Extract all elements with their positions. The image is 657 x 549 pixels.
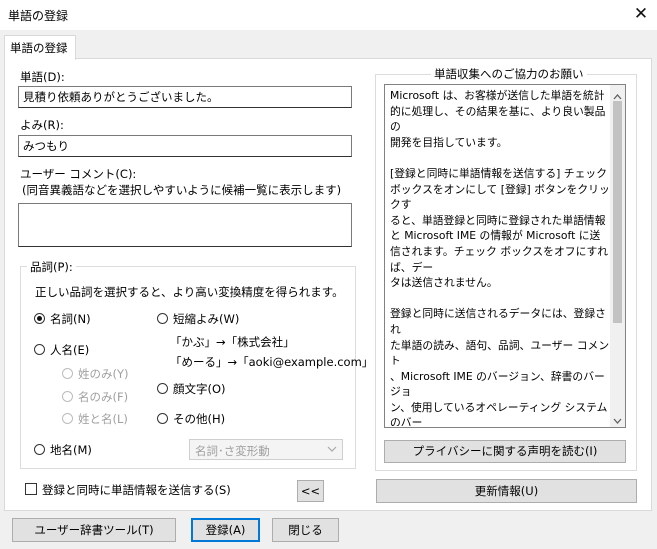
send-word-checkbox[interactable] (25, 483, 37, 495)
cooperation-group-label: 単語収集へのご協力のお願い (431, 66, 587, 82)
pos-detail-select-value: 名詞･さ変形動 (195, 444, 270, 458)
pos-group-label: 品詞(P): (27, 259, 76, 275)
short-reading-example-2: 「めーる」→「aoki@example.com」 (170, 355, 374, 369)
comment-hint: (同音異義語などを選択しやすいように候補一覧に表示します) (22, 183, 342, 197)
tab-word-registration[interactable]: 単語の登録 (4, 35, 76, 60)
comment-field[interactable] (18, 203, 352, 247)
word-field[interactable]: 見積り依頼ありがとうございました。 (18, 86, 352, 108)
cooperation-text: Microsoft は、お客様が送信した単語を統計 的に処理し、その結果を基に、… (390, 89, 610, 426)
radio-emoticon[interactable] (157, 383, 168, 394)
radio-noun[interactable] (34, 313, 45, 324)
reading-field[interactable]: みつもり (18, 135, 352, 157)
cooperation-text-box[interactable]: Microsoft は、お客様が送信した単語を統計 的に処理し、その結果を基に、… (384, 84, 626, 428)
radio-place[interactable] (34, 444, 45, 455)
radio-other-label: その他(H) (173, 412, 226, 426)
send-word-checkbox-label: 登録と同時に単語情報を送信する(S) (42, 483, 231, 497)
scroll-down-icon[interactable] (613, 414, 622, 428)
register-button[interactable]: 登録(A) (191, 518, 260, 542)
title-bar (0, 0, 657, 30)
radio-given-name[interactable] (62, 391, 73, 402)
word-label: 単語(D): (20, 70, 65, 84)
close-icon[interactable]: ✕ (630, 3, 652, 25)
radio-person[interactable] (34, 344, 45, 355)
radio-other[interactable] (157, 413, 168, 424)
pos-description: 正しい品詞を選択すると、より高い変換精度を得られます。 (35, 285, 344, 299)
radio-emoticon-label: 顔文字(O) (173, 382, 226, 396)
collapse-button[interactable]: << (297, 480, 324, 502)
radio-short-reading[interactable] (157, 313, 168, 324)
tab-label: 単語の登録 (10, 41, 68, 55)
radio-given-name-label: 名のみ(F) (78, 390, 129, 404)
radio-noun-label: 名詞(N) (50, 312, 91, 326)
radio-surname-label: 姓のみ(Y) (78, 367, 129, 381)
update-info-button[interactable]: 更新情報(U) (376, 479, 637, 503)
radio-person-label: 人名(E) (50, 343, 90, 357)
radio-short-reading-label: 短縮よみ(W) (173, 312, 240, 326)
comment-label: ユーザー コメント(C): (20, 167, 137, 181)
pos-detail-select[interactable]: 名詞･さ変形動 (189, 439, 343, 460)
chevron-down-icon (326, 442, 338, 459)
scroll-thumb[interactable] (613, 101, 622, 323)
radio-full-name-label: 姓と名(L) (78, 412, 128, 426)
reading-label: よみ(R): (20, 118, 64, 132)
user-dictionary-tool-button[interactable]: ユーザー辞書ツール(T) (12, 518, 176, 542)
close-button[interactable]: 閉じる (272, 518, 339, 542)
radio-place-label: 地名(M) (50, 443, 92, 457)
scrollbar[interactable] (610, 85, 625, 427)
short-reading-example-1: 「かぶ」→「株式会社」 (170, 335, 295, 349)
privacy-statement-button[interactable]: プライバシーに関する声明を読む(I) (384, 440, 626, 463)
window-title: 単語の登録 (8, 9, 69, 23)
radio-full-name[interactable] (62, 413, 73, 424)
radio-surname[interactable] (62, 368, 73, 379)
